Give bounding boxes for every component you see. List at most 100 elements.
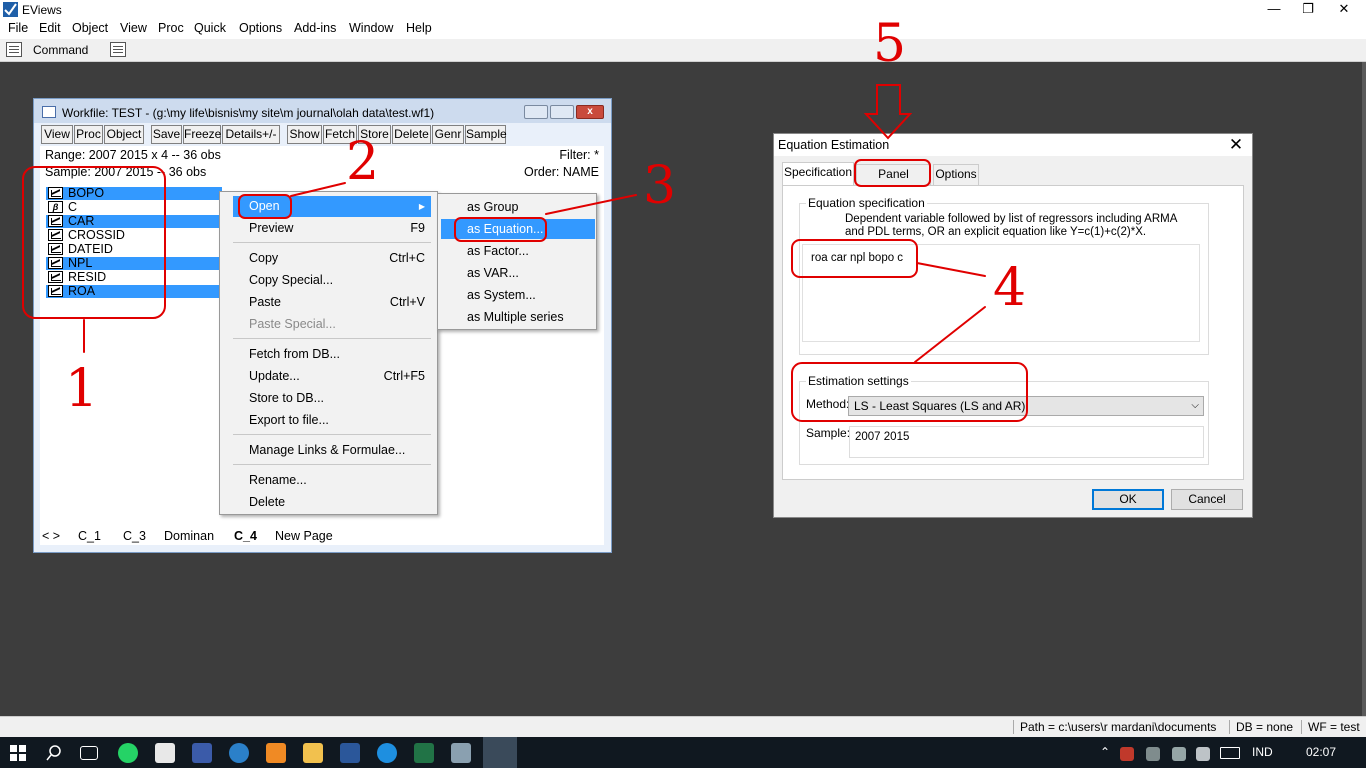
clock[interactable]: 02:07 bbox=[1306, 745, 1336, 759]
workfile-titlebar[interactable]: Workfile: TEST - (g:\my life\bisnis\my s… bbox=[34, 99, 611, 123]
workfile-minimize-icon[interactable] bbox=[524, 105, 548, 119]
edge-icon[interactable] bbox=[377, 743, 397, 763]
excel-icon[interactable] bbox=[414, 743, 434, 763]
menu-open[interactable]: Open ▶ bbox=[233, 196, 431, 217]
minimize-icon[interactable]: — bbox=[1256, 0, 1292, 18]
menu-help[interactable]: Help bbox=[406, 21, 432, 35]
wf-view-button[interactable]: View bbox=[41, 125, 73, 144]
filter-text[interactable]: Filter: * bbox=[559, 148, 599, 162]
menu-edit[interactable]: Edit bbox=[39, 21, 61, 35]
menu-options[interactable]: Options bbox=[239, 21, 282, 35]
windows-start-icon[interactable] bbox=[10, 745, 26, 761]
tab-c1[interactable]: C_1 bbox=[78, 529, 101, 545]
wf-proc-button[interactable]: Proc bbox=[74, 125, 103, 144]
object-npl[interactable]: NPL bbox=[46, 257, 222, 270]
menu-view[interactable]: View bbox=[120, 21, 147, 35]
word-icon[interactable] bbox=[340, 743, 360, 763]
task-view-icon[interactable] bbox=[80, 746, 98, 760]
tab-c4[interactable]: C_4 bbox=[234, 529, 257, 545]
file-explorer-icon[interactable] bbox=[303, 743, 323, 763]
restore-icon[interactable]: ❐ bbox=[1290, 0, 1326, 18]
workspace-scrollbar[interactable] bbox=[1362, 62, 1366, 716]
wf-object-button[interactable]: Object bbox=[104, 125, 144, 144]
menu-copy[interactable]: Copy Ctrl+C bbox=[233, 248, 431, 269]
wf-save-button[interactable]: Save bbox=[151, 125, 182, 144]
menu-preview[interactable]: Preview F9 bbox=[233, 218, 431, 239]
tab-dominan[interactable]: Dominan bbox=[164, 529, 214, 545]
command-label[interactable]: Command bbox=[33, 43, 88, 57]
menu-copy-special[interactable]: Copy Special... bbox=[233, 270, 431, 291]
page-nav-arrows[interactable]: < > bbox=[42, 529, 60, 545]
submenu-as-system[interactable]: as System... bbox=[441, 285, 595, 305]
object-resid[interactable]: RESID bbox=[46, 271, 222, 284]
wf-sample-button[interactable]: Sample bbox=[465, 125, 507, 144]
tab-panel-options[interactable]: Panel Options bbox=[856, 164, 931, 200]
tray-network-icon[interactable] bbox=[1146, 747, 1160, 761]
publisher-icon[interactable] bbox=[192, 743, 212, 763]
menu-export-to-file[interactable]: Export to file... bbox=[233, 410, 431, 431]
wordpress-icon[interactable] bbox=[229, 743, 249, 763]
menu-file[interactable]: File bbox=[8, 21, 28, 35]
whatsapp-icon[interactable] bbox=[118, 743, 138, 763]
search-icon[interactable] bbox=[46, 745, 62, 761]
ok-button[interactable]: OK bbox=[1092, 489, 1164, 510]
method-select[interactable]: LS - Least Squares (LS and AR) ⌵ bbox=[848, 396, 1204, 416]
tray-battery-icon[interactable] bbox=[1172, 747, 1186, 761]
settings-icon[interactable] bbox=[451, 743, 471, 763]
sample-input[interactable]: 2007 2015 bbox=[849, 426, 1204, 458]
range-text[interactable]: Range: 2007 2015 x 4 -- 36 obs bbox=[45, 148, 221, 162]
object-crossid[interactable]: CROSSID bbox=[46, 229, 222, 242]
submenu-as-multiple-series[interactable]: as Multiple series bbox=[441, 307, 595, 327]
eviews-task-icon[interactable] bbox=[483, 737, 517, 768]
workfile-maximize-icon[interactable] bbox=[550, 105, 574, 119]
dialog-close-icon[interactable]: ✕ bbox=[1224, 134, 1248, 156]
object-roa[interactable]: ROA bbox=[46, 285, 222, 298]
tab-c3[interactable]: C_3 bbox=[123, 529, 146, 545]
menu-window[interactable]: Window bbox=[349, 21, 393, 35]
submenu-as-equation[interactable]: as Equation... bbox=[441, 219, 595, 239]
tab-options[interactable]: Options bbox=[933, 164, 979, 185]
workfile-close-icon[interactable]: x bbox=[576, 105, 604, 119]
command-window-icon[interactable] bbox=[6, 42, 22, 57]
submenu-as-group[interactable]: as Group bbox=[441, 197, 595, 217]
menu-rename[interactable]: Rename... bbox=[233, 470, 431, 491]
menu-proc[interactable]: Proc bbox=[158, 21, 184, 35]
menu-paste[interactable]: Paste Ctrl+V bbox=[233, 292, 431, 313]
menu-addins[interactable]: Add-ins bbox=[294, 21, 336, 35]
order-text[interactable]: Order: NAME bbox=[524, 165, 599, 179]
object-bopo[interactable]: BOPO bbox=[46, 187, 222, 200]
language-indicator[interactable]: IND bbox=[1252, 745, 1273, 759]
spec-group-label: Equation specification bbox=[806, 196, 927, 210]
close-icon[interactable]: ✕ bbox=[1326, 0, 1362, 18]
wf-delete-button[interactable]: Delete bbox=[392, 125, 431, 144]
menu-delete[interactable]: Delete bbox=[233, 492, 431, 513]
wf-freeze-button[interactable]: Freeze bbox=[183, 125, 221, 144]
wf-details-button[interactable]: Details+/- bbox=[222, 125, 280, 144]
menu-quick[interactable]: Quick bbox=[194, 21, 226, 35]
menu-update[interactable]: Update... Ctrl+F5 bbox=[233, 366, 431, 387]
wf-show-button[interactable]: Show bbox=[287, 125, 322, 144]
submenu-as-var[interactable]: as VAR... bbox=[441, 263, 595, 283]
notification-icon[interactable] bbox=[1196, 747, 1210, 761]
menu-object[interactable]: Object bbox=[72, 21, 108, 35]
sample-text[interactable]: Sample: 2007 2015 -- 36 obs bbox=[45, 165, 206, 179]
dialog-titlebar[interactable]: Equation Estimation ✕ bbox=[774, 134, 1252, 156]
object-dateid[interactable]: DATEID bbox=[46, 243, 222, 256]
paint-icon[interactable] bbox=[266, 743, 286, 763]
object-c[interactable]: β C bbox=[46, 201, 222, 214]
capture-window-icon[interactable] bbox=[110, 42, 126, 57]
cancel-button[interactable]: Cancel bbox=[1171, 489, 1243, 510]
menu-store-to-db[interactable]: Store to DB... bbox=[233, 388, 431, 409]
wf-genr-button[interactable]: Genr bbox=[432, 125, 464, 144]
keyboard-icon[interactable] bbox=[1220, 747, 1240, 759]
object-car[interactable]: CAR bbox=[46, 215, 222, 228]
menu-fetch-from-db[interactable]: Fetch from DB... bbox=[233, 344, 431, 365]
submenu-as-factor[interactable]: as Factor... bbox=[441, 241, 595, 261]
status-db: DB = none bbox=[1229, 720, 1299, 734]
tab-specification[interactable]: Specification bbox=[782, 162, 854, 186]
tray-alert-icon[interactable] bbox=[1120, 747, 1134, 761]
store-icon[interactable] bbox=[155, 743, 175, 763]
tab-new-page[interactable]: New Page bbox=[275, 529, 333, 545]
menu-manage-links[interactable]: Manage Links & Formulae... bbox=[233, 440, 431, 461]
tray-chevron-icon[interactable]: ⌃ bbox=[1100, 745, 1110, 759]
